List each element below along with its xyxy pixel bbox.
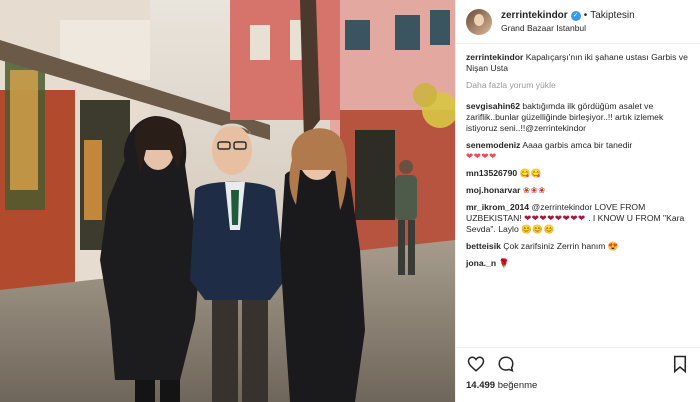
hearts-emoji: ❤❤❤❤❤❤❤❤	[524, 213, 586, 223]
location-link[interactable]: Grand Bazaar Istanbul	[501, 23, 635, 33]
header-username[interactable]: zerrintekindor	[501, 10, 568, 22]
comments-list: zerrintekindor Kapalıçarşı'nın iki şahan…	[456, 52, 700, 347]
comment-item: jona._n 🌹	[466, 258, 690, 269]
comment-item: betteisik Çok zarifsiniz Zerrin hanım 😍	[466, 241, 690, 252]
load-more-comments-link[interactable]: Daha fazla yorum yükle	[466, 80, 690, 91]
comment-username[interactable]: betteisik	[466, 241, 501, 251]
comment-item: senemodeniz Aaaa garbis amca bir tanedir…	[466, 140, 690, 162]
comment-username[interactable]: mn13526790	[466, 168, 517, 178]
caption-username[interactable]: zerrintekindor	[466, 52, 523, 62]
flower-emoji: ❀❀❀	[522, 185, 546, 195]
caption: zerrintekindor Kapalıçarşı'nın iki şahan…	[466, 52, 690, 74]
comment-username[interactable]: mr_ikrom_2014	[466, 202, 529, 212]
separator-dot: •	[583, 9, 588, 21]
post-photo[interactable]	[0, 0, 455, 402]
hearts-emoji: ❤❤❤❤	[466, 151, 497, 161]
post-header: zerrintekindor ✓ • Takiptesin Grand Baza…	[456, 0, 700, 44]
comment-username[interactable]: jona._n	[466, 258, 496, 268]
comment-item: sevgisahin62 baktığımda ilk gördüğüm asa…	[466, 101, 690, 134]
comment-item: mn13526790 😋😋	[466, 168, 690, 179]
comment-username[interactable]: senemodeniz	[466, 140, 520, 150]
smiley-emoji: 😋😋	[519, 168, 542, 178]
follow-status-button[interactable]: Takiptesin	[590, 10, 634, 22]
verified-icon: ✓	[570, 10, 581, 21]
comment-username[interactable]: moj.honarvar	[466, 185, 520, 195]
comment-item: moj.honarvar ❀❀❀	[466, 185, 690, 196]
comment-username[interactable]: sevgisahin62	[466, 101, 520, 111]
bookmark-icon[interactable]	[670, 354, 690, 374]
post-actions: 14.499 beğenme	[456, 347, 700, 402]
comment-bubble-icon[interactable]	[496, 354, 516, 374]
comment-item: mr_ikrom_2014 @zerrintekindor LOVE FROM …	[466, 202, 690, 235]
avatar[interactable]	[466, 8, 492, 35]
comment-text: Aaaa garbis amca bir tanedir	[522, 140, 633, 150]
smiley-emoji: 😊😊😊	[521, 224, 555, 234]
heart-eyes-emoji: 😍	[607, 241, 620, 251]
like-heart-icon[interactable]	[466, 354, 486, 374]
post-sidebar: zerrintekindor ✓ • Takiptesin Grand Baza…	[455, 0, 700, 402]
comment-text: Çok zarifsiniz Zerrin hanım	[503, 241, 606, 251]
likes-number: 14.499	[466, 380, 496, 391]
photo-scene	[0, 0, 455, 402]
likes-count[interactable]: 14.499 beğenme	[466, 380, 690, 391]
rose-emoji: 🌹	[498, 258, 510, 268]
likes-label: beğenme	[497, 380, 538, 391]
